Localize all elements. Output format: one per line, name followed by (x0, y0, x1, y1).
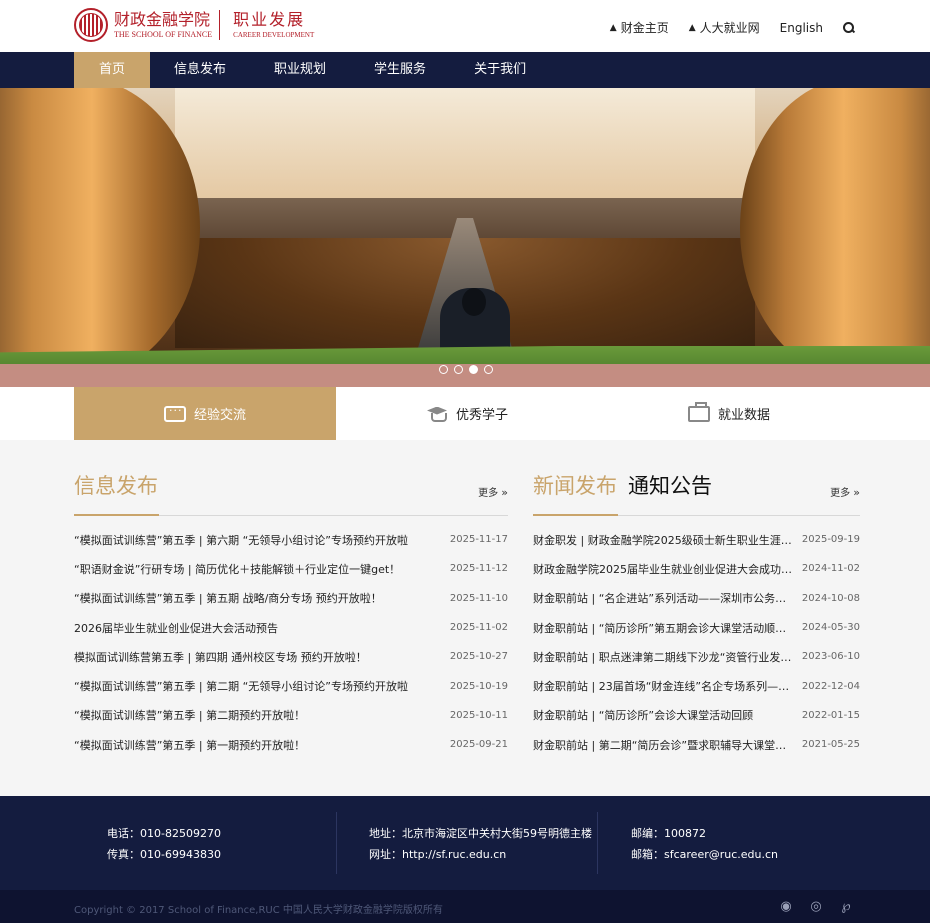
weibo-icon[interactable]: ◎ (807, 899, 825, 915)
bottom-bar: Copyright © 2017 School of Finance,RUC 中… (0, 890, 930, 923)
tab-experience[interactable]: 经验交流 (74, 387, 336, 440)
list-item[interactable]: 财金职前站 | 第二期“简历会诊”暨求职辅导大课堂活动… 2021-05-25 (533, 730, 860, 759)
home-icon: ▲ (609, 22, 617, 33)
footer-contact: 电话：010-82509270 传真：010-69943830 (107, 823, 221, 865)
tab-news[interactable]: 新闻发布 (533, 470, 617, 500)
footer-email[interactable]: 邮箱：sfcareer@ruc.edu.cn (631, 844, 778, 865)
logo-career-name-en: CAREER DEVELOPMENT (233, 31, 315, 39)
copyright: Copyright © 2017 School of Finance,RUC 中… (74, 905, 443, 916)
social-links: ◉ ◎ ℘ (765, 899, 855, 915)
chat-icon (163, 404, 186, 422)
header: 财政金融学院 THE SCHOOL OF FINANCE 职业发展 CAREER… (0, 0, 930, 52)
info-section: 信息发布 更多 » “模拟面试训练营”第五季 | 第六期 “无领导小组讨论”专场… (74, 440, 508, 759)
carousel-dot-1[interactable] (439, 365, 448, 374)
logo-school-name-en: THE SCHOOL OF FINANCE (114, 30, 213, 39)
footer-address: 地址：北京市海淀区中关村大街59号明德主楼 (369, 827, 592, 840)
nav-item-student-services[interactable]: 学生服务 (350, 52, 450, 88)
list-item[interactable]: “模拟面试训练营”第五季 | 第二期 “无领导小组讨论”专场预约开放啦 2025-… (74, 671, 508, 700)
carousel-dot-3[interactable] (469, 365, 478, 374)
nav-item-about[interactable]: 关于我们 (450, 52, 550, 88)
info-more-link[interactable]: 更多 » (478, 484, 508, 499)
news-list: 财金职发 | 财政金融学院2025级硕士新生职业生涯发展… 2025-09-19 … (533, 525, 860, 759)
list-item[interactable]: “模拟面试训练营”第五季 | 第六期 “无领导小组讨论”专场预约开放啦 2025-… (74, 525, 508, 554)
feature-tabs: 经验交流 优秀学子 就业数据 (0, 387, 930, 440)
news-section: 新闻发布 通知公告 更多 » 财金职发 | 财政金融学院2025级硕士新生职业生… (533, 440, 860, 759)
carousel-dot-4[interactable] (484, 365, 493, 374)
top-links: ▲ 财金主页 ▲ 人大就业网 English (590, 19, 855, 36)
tab-employment-data[interactable]: 就业数据 (598, 387, 860, 440)
list-item[interactable]: “模拟面试训练营”第五季 | 第五期 战略/商分专场 预约开放啦！ 2025-11… (74, 584, 508, 613)
link-finance-home[interactable]: ▲ 财金主页 (610, 19, 669, 36)
list-item[interactable]: 财金职前站 | 职点迷津第二期线下沙龙“资管行业发展与… 2023-06-10 (533, 642, 860, 671)
list-item[interactable]: 财金职前站 | “名企进站”系列活动——深圳市公务员… 2024-10-08 (533, 584, 860, 613)
footer-postcode: 邮编：100872 (631, 827, 706, 840)
double-chevron-right-icon: » (501, 486, 508, 499)
logo-career-name: 职业发展 (233, 10, 306, 29)
list-item[interactable]: 财金职发 | 财政金融学院2025级硕士新生职业生涯发展… 2025-09-19 (533, 525, 860, 554)
list-item[interactable]: 财金职前站 | “简历诊所”会诊大课堂活动回顾 2022-01-15 (533, 701, 860, 730)
list-item[interactable]: “模拟面试训练营”第五季 | 第一期预约开放啦！ 2025-09-21 (74, 730, 508, 759)
logo-divider (219, 10, 221, 40)
footer: 电话：010-82509270 传真：010-69943830 地址：北京市海淀… (0, 796, 930, 890)
carousel-dots (439, 365, 499, 374)
list-item[interactable]: 财金职前站 | 23届首场“财金连线”名企专场系列——… 2022-12-04 (533, 671, 860, 700)
footer-phone: 电话：010-82509270 (107, 827, 221, 840)
news-more-link[interactable]: 更多 » (830, 484, 860, 499)
double-chevron-right-icon: » (853, 486, 860, 499)
logo[interactable]: 财政金融学院 THE SCHOOL OF FINANCE 职业发展 CAREER… (74, 8, 314, 42)
footer-divider (597, 812, 598, 874)
pinterest-icon[interactable]: ℘ (837, 899, 855, 915)
list-item[interactable]: 财政金融学院2025届毕业生就业创业促进大会成功举行 2024-11-02 (533, 554, 860, 583)
nav-item-home[interactable]: 首页 (74, 52, 151, 88)
nav-item-career-planning[interactable]: 职业规划 (250, 52, 350, 88)
footer-fax: 传真：010-69943830 (107, 848, 221, 861)
link-ruc-jobs[interactable]: ▲ 人大就业网 (689, 19, 760, 36)
info-section-title[interactable]: 信息发布 (74, 470, 158, 500)
list-item[interactable]: “职语财金说”行研专场 | 简历优化＋技能解锁＋行业定位一键get！ 2025-1… (74, 554, 508, 583)
list-item[interactable]: “模拟面试训练营”第五季 | 第二期预约开放啦！ 2025-10-11 (74, 701, 508, 730)
logo-school-name: 财政金融学院 (114, 10, 211, 29)
home-icon: ▲ (688, 22, 696, 33)
hero-banner[interactable] (0, 88, 930, 387)
link-english[interactable]: English (780, 21, 823, 35)
wechat-icon[interactable]: ◉ (777, 899, 795, 915)
footer-address-block: 地址：北京市海淀区中关村大街59号明德主楼 网址：http://sf.ruc.e… (369, 823, 592, 865)
graduation-cap-icon (426, 407, 448, 422)
school-seal-icon (74, 8, 108, 42)
list-item[interactable]: 模拟面试训练营第五季 | 第四期 通州校区专场 预约开放啦！ 2025-10-27 (74, 642, 508, 671)
footer-divider (336, 812, 337, 874)
tab-outstanding-students[interactable]: 优秀学子 (336, 387, 598, 440)
list-item[interactable]: 财金职前站 | “简历诊所”第五期会诊大课堂活动顺利举… 2024-05-30 (533, 613, 860, 642)
tab-notices[interactable]: 通知公告 (628, 470, 712, 500)
briefcase-icon (687, 401, 710, 422)
nav-item-info[interactable]: 信息发布 (150, 52, 250, 88)
search-icon[interactable] (843, 21, 855, 34)
content-area: 信息发布 更多 » “模拟面试训练营”第五季 | 第六期 “无领导小组讨论”专场… (0, 440, 930, 796)
carousel-dot-2[interactable] (454, 365, 463, 374)
info-list: “模拟面试训练营”第五季 | 第六期 “无领导小组讨论”专场预约开放啦 2025-… (74, 525, 508, 759)
list-item[interactable]: 2026届毕业生就业创业促进大会活动预告 2025-11-02 (74, 613, 508, 642)
main-nav: 首页 信息发布 职业规划 学生服务 关于我们 (0, 52, 930, 88)
footer-postal-block: 邮编：100872 邮箱：sfcareer@ruc.edu.cn (631, 823, 778, 865)
footer-website[interactable]: 网址：http://sf.ruc.edu.cn (369, 844, 592, 865)
